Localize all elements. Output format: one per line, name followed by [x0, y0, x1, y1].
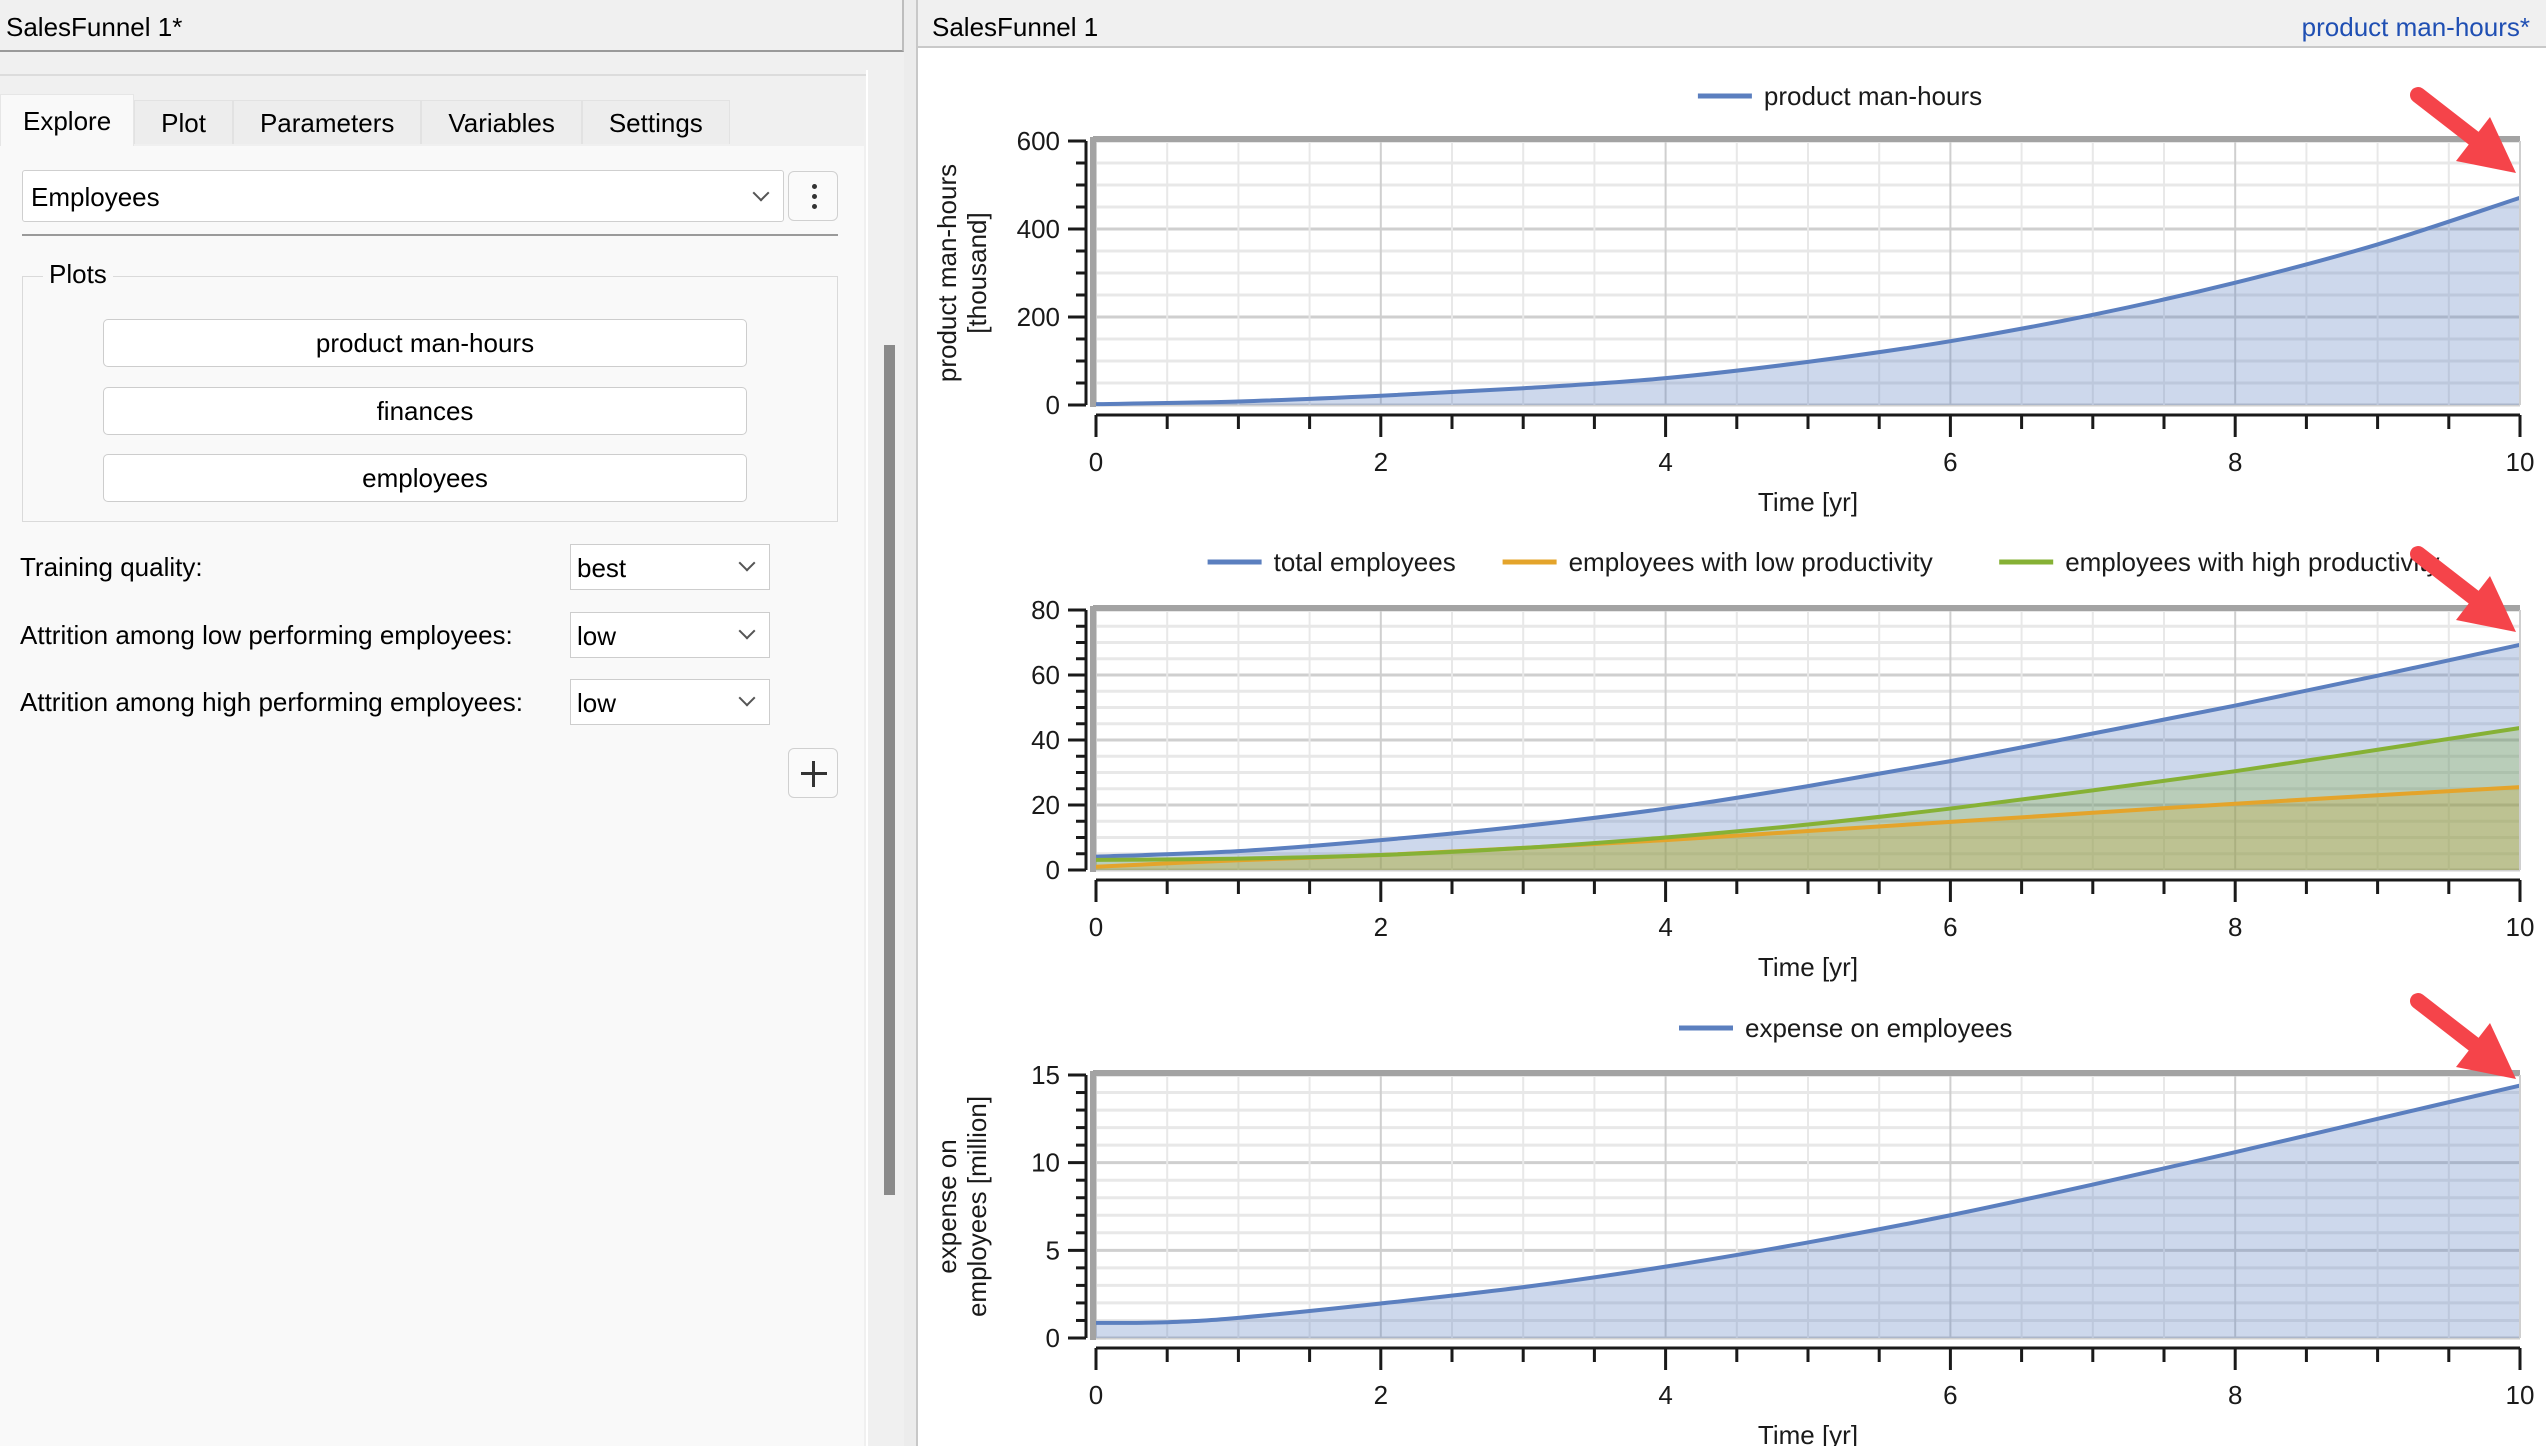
arrow-shaft [2410, 993, 2484, 1054]
tab-parameters[interactable]: Parameters [232, 100, 422, 144]
x-tick-label: 6 [1943, 447, 1957, 477]
divider [22, 234, 838, 236]
y-tick-label: 400 [1017, 214, 1060, 244]
divider [866, 70, 868, 1446]
chevron-down-icon [752, 184, 770, 202]
x-axis-title: Time [yr] [1758, 1420, 1858, 1446]
view-select[interactable]: Employees [22, 170, 784, 222]
charts-canvas: 02004006000 2 4 6 8 10Time [yr]product man-ho… [932, 81, 2535, 1446]
y-tick-label: 40 [1031, 725, 1060, 755]
arrow-shaft [2410, 87, 2484, 148]
y-tick-label: 0 [1046, 390, 1060, 420]
x-tick-label: 4 [1658, 447, 1672, 477]
attrition-high-value: low [577, 688, 617, 718]
x-tick-label: 0 [1089, 1380, 1103, 1410]
plots-group-label: Plots [43, 259, 113, 290]
x-axis-title: Time [yr] [1758, 487, 1858, 517]
y-axis-title: product man-hours [932, 164, 962, 382]
x-tick-label: 0 [1089, 912, 1103, 942]
training-quality-label: Training quality: [20, 552, 203, 582]
training-quality-value: best [577, 553, 627, 583]
chevron-down-icon [738, 689, 756, 707]
x-tick-label: 8 [2228, 912, 2242, 942]
plot-panel: SalesFunnel 1 product man-hours* 0 200 400… [918, 0, 2546, 1446]
tab-settings[interactable]: Settings [581, 100, 730, 144]
left-panel: SalesFunnel 1* Explore Plot Parameters V… [0, 0, 906, 1446]
legend-label: product man-hours [1764, 81, 1982, 111]
plots-group: Plots product man-hours finances employe… [22, 259, 838, 522]
x-tick-label: 10 [2506, 447, 2535, 477]
x-tick-label: 6 [1943, 912, 1957, 942]
legend-label: employees with high productivity [2065, 547, 2439, 577]
x-tick-label: 10 [2506, 912, 2535, 942]
x-tick-label: 6 [1943, 1380, 1957, 1410]
document-title-bar: SalesFunnel 1* [0, 0, 904, 52]
view-options-button[interactable] [788, 171, 838, 221]
y-tick-label: 15 [1031, 1060, 1060, 1090]
y-axis-title: employees [million] [962, 1096, 992, 1317]
tab-bar: Explore Plot Parameters Variables Settin… [0, 94, 730, 146]
y-tick-label: 80 [1031, 595, 1060, 625]
document-title: SalesFunnel 1* [6, 12, 183, 42]
x-tick-label: 2 [1374, 447, 1388, 477]
y-axis-title: expense on [932, 1139, 962, 1273]
x-tick-label: 0 [1089, 447, 1103, 477]
red-arrow-annotation-icon [2410, 993, 2516, 1079]
legend-label: employees with low productivity [1569, 547, 1933, 577]
y-tick-label: 0 [1046, 1323, 1060, 1353]
tab-plot[interactable]: Plot [134, 100, 233, 144]
training-quality-select[interactable]: best [570, 544, 770, 590]
add-parameter-button[interactable] [788, 748, 838, 798]
attrition-low-label: Attrition among low performing employees… [20, 620, 513, 650]
x-tick-label: 10 [2506, 1380, 2535, 1410]
x-tick-label: 2 [1374, 912, 1388, 942]
panel-splitter[interactable] [904, 0, 918, 1446]
chevron-down-icon [738, 622, 756, 640]
attrition-high-select[interactable]: low [570, 679, 770, 725]
y-tick-label: 20 [1031, 790, 1060, 820]
x-tick-label: 4 [1658, 1380, 1672, 1410]
x-tick-label: 8 [2228, 447, 2242, 477]
view-select-value: Employees [31, 182, 160, 212]
tab-explore[interactable]: Explore [0, 94, 135, 146]
divider [0, 74, 868, 76]
plot-button-finances[interactable]: finances [103, 387, 747, 435]
y-axis-title: [thousand] [962, 212, 992, 333]
scrollbar[interactable] [884, 345, 895, 1195]
y-tick-label: 60 [1031, 660, 1060, 690]
x-tick-label: 4 [1658, 912, 1672, 942]
x-tick-label: 2 [1374, 1380, 1388, 1410]
y-tick-label: 600 [1017, 126, 1060, 156]
plot-button-product-man-hours[interactable]: product man-hours [103, 319, 747, 367]
tab-variables[interactable]: Variables [421, 100, 582, 144]
y-tick-label: 0 [1046, 855, 1060, 885]
attrition-high-label: Attrition among high performing employee… [20, 687, 523, 717]
attrition-low-value: low [577, 621, 617, 651]
legend-label: total employees [1274, 547, 1456, 577]
plot-button-employees[interactable]: employees [103, 454, 747, 502]
x-tick-label: 8 [2228, 1380, 2242, 1410]
legend-label: expense on employees [1745, 1013, 2012, 1043]
x-axis-title: Time [yr] [1758, 952, 1858, 982]
chevron-down-icon [738, 554, 756, 572]
y-tick-label: 5 [1046, 1235, 1060, 1265]
y-tick-label: 10 [1031, 1148, 1060, 1178]
explore-tab-content: Employees Plots product man-hours financ… [0, 146, 864, 1446]
attrition-low-select[interactable]: low [570, 612, 770, 658]
y-tick-label: 200 [1017, 302, 1060, 332]
